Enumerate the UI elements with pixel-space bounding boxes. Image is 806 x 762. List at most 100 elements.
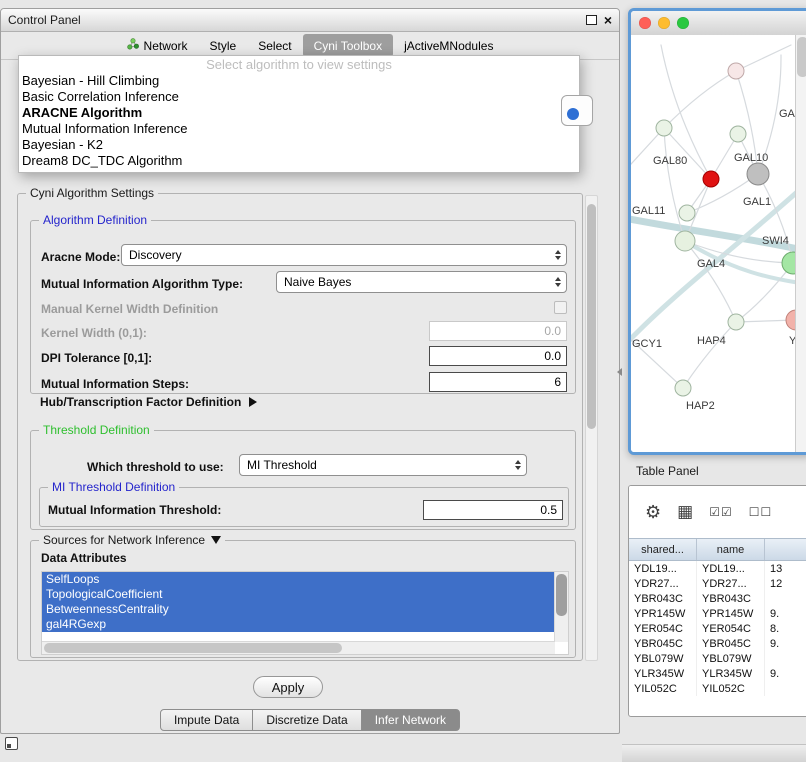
network-scrollbar-thumb[interactable] xyxy=(797,37,806,77)
tab-cyni-toolbox[interactable]: Cyni Toolbox xyxy=(303,34,393,57)
apply-button[interactable]: Apply xyxy=(253,676,323,698)
network-node[interactable] xyxy=(675,231,695,251)
sources-vscroll-thumb[interactable] xyxy=(556,574,567,616)
table-row[interactable]: YBR043CYBR043C xyxy=(629,591,806,606)
settings-scrollbar[interactable] xyxy=(585,195,598,661)
source-attribute-item[interactable]: TopologicalCoefficient xyxy=(42,587,555,602)
cyni-settings-title: Cyni Algorithm Settings xyxy=(26,186,158,200)
manual-kernel-checkbox[interactable] xyxy=(554,301,567,314)
zoom-traffic-light[interactable] xyxy=(677,17,689,29)
aracne-mode-select[interactable]: Discovery xyxy=(121,244,567,266)
network-node[interactable] xyxy=(782,252,796,274)
bottom-strip xyxy=(622,744,806,762)
splitter-collapse-icon[interactable] xyxy=(617,368,622,376)
deselect-all-icon[interactable]: ☐☐ xyxy=(749,505,773,519)
network-titlebar[interactable] xyxy=(631,11,806,36)
mi-type-select[interactable]: Naive Bayes xyxy=(276,271,567,293)
control-panel-title: Control Panel xyxy=(8,13,586,27)
expand-arrow-icon xyxy=(249,397,257,407)
network-edge xyxy=(736,45,791,71)
node-label: HAP2 xyxy=(686,400,715,412)
tab-impute-data[interactable]: Impute Data xyxy=(160,709,253,731)
mi-steps-field[interactable]: 6 xyxy=(429,372,567,392)
network-window: GALGAL80GAL10GAL11GAL1SWI4GAL4GCY1HAP4YH… xyxy=(628,8,806,455)
table-cell: YBR045C xyxy=(697,636,765,651)
settings-scrollbar-thumb[interactable] xyxy=(587,204,596,429)
tab-discretize-data[interactable]: Discretize Data xyxy=(252,709,361,731)
table-row[interactable]: YPR145WYPR145W9. xyxy=(629,606,806,621)
minimize-traffic-light[interactable] xyxy=(658,17,670,29)
mi-type-value: Naive Bayes xyxy=(284,275,351,289)
tab-label: Style xyxy=(210,39,237,53)
table-header-cell[interactable]: name xyxy=(697,539,765,560)
table-panel-window: ⚙ ▦ ☑☑ ☐☐ shared...name YDL19...YDL19...… xyxy=(628,485,806,717)
gear-icon[interactable]: ⚙ xyxy=(645,502,661,523)
hub-definition-section[interactable]: Hub/Transcription Factor Definition xyxy=(40,395,257,409)
table-row[interactable]: YDL19...YDL19...13 xyxy=(629,561,806,576)
close-window-icon[interactable]: × xyxy=(604,13,612,27)
network-scrollbar[interactable] xyxy=(795,35,806,452)
source-attribute-item[interactable]: SelfLoops xyxy=(42,572,555,587)
cyni-settings-group: Cyni Algorithm Settings Algorithm Defini… xyxy=(17,193,583,661)
table-cell: 9. xyxy=(765,636,806,651)
table-header-cell[interactable] xyxy=(765,539,806,560)
node-label: GAL11 xyxy=(632,205,665,217)
table-cell: YDL19... xyxy=(629,561,697,576)
mi-threshold-label: Mutual Information Threshold: xyxy=(48,503,221,517)
source-attribute-item[interactable]: BetweennessCentrality xyxy=(42,602,555,617)
table-row[interactable]: YBR045CYBR045C9. xyxy=(629,636,806,651)
float-panel-icon[interactable] xyxy=(5,737,18,750)
mi-threshold-field[interactable]: 0.5 xyxy=(423,500,563,520)
algorithm-popup-item[interactable]: Mutual Information Inference xyxy=(19,121,579,137)
select-all-icon[interactable]: ☑☑ xyxy=(709,505,733,519)
table-header-cell[interactable]: shared... xyxy=(629,539,697,560)
source-attribute-item[interactable]: gal4RGexp xyxy=(42,617,555,632)
control-panel-titlebar[interactable]: Control Panel × xyxy=(1,9,619,32)
which-threshold-select[interactable]: MI Threshold xyxy=(239,454,527,476)
sources-vertical-scrollbar[interactable] xyxy=(554,572,568,642)
kernel-width-field[interactable]: 0.0 xyxy=(429,321,567,341)
table-row[interactable]: YDR27...YDR27...12 xyxy=(629,576,806,591)
columns-icon[interactable]: ▦ xyxy=(677,502,693,522)
close-traffic-light[interactable] xyxy=(639,17,651,29)
help-icon xyxy=(567,108,579,120)
network-node[interactable] xyxy=(728,314,744,330)
algorithm-popup-item[interactable]: Dream8 DC_TDC Algorithm xyxy=(19,153,579,169)
which-threshold-value: MI Threshold xyxy=(247,458,317,472)
network-node[interactable] xyxy=(679,205,695,221)
network-node[interactable] xyxy=(728,63,744,79)
sources-title[interactable]: Sources for Network Inference xyxy=(39,533,225,547)
table-cell xyxy=(765,651,806,666)
network-node[interactable] xyxy=(703,171,719,187)
table-header: shared...name xyxy=(629,538,806,561)
combo-arrows-icon xyxy=(555,250,561,260)
network-node[interactable] xyxy=(656,120,672,136)
node-label: GAL4 xyxy=(697,258,725,270)
network-svg[interactable]: GALGAL80GAL10GAL11GAL1SWI4GAL4GCY1HAP4YH… xyxy=(631,35,796,451)
algorithm-popup-item[interactable]: Bayesian - K2 xyxy=(19,137,579,153)
float-window-icon[interactable] xyxy=(586,15,597,25)
network-node[interactable] xyxy=(747,163,769,185)
algorithm-popup-item[interactable]: ARACNE Algorithm xyxy=(19,105,579,121)
algorithm-popup-item[interactable]: Bayesian - Hill Climbing xyxy=(19,73,579,89)
table-row[interactable]: YBL079WYBL079W xyxy=(629,651,806,666)
table-row[interactable]: YIL052CYIL052C xyxy=(629,681,806,696)
dpi-tolerance-field[interactable]: 0.0 xyxy=(429,346,567,366)
table-cell: YDR27... xyxy=(697,576,765,591)
sources-horizontal-scrollbar[interactable] xyxy=(42,641,555,654)
network-edge xyxy=(664,128,711,179)
table-row[interactable]: YER054CYER054C8. xyxy=(629,621,806,636)
tab-label: Select xyxy=(258,39,291,53)
sources-hscroll-thumb[interactable] xyxy=(44,643,342,653)
table-cell xyxy=(765,591,806,606)
hub-definition-label: Hub/Transcription Factor Definition xyxy=(40,395,241,409)
collapse-arrow-icon xyxy=(211,536,221,544)
network-node[interactable] xyxy=(730,126,746,142)
app-root: Control Panel × NetworkStyleSelectCyni T… xyxy=(0,0,806,762)
table-row[interactable]: YLR345WYLR345W9. xyxy=(629,666,806,681)
network-canvas[interactable]: GALGAL80GAL10GAL11GAL1SWI4GAL4GCY1HAP4YH… xyxy=(631,35,796,452)
help-button[interactable] xyxy=(561,95,593,126)
tab-infer-network[interactable]: Infer Network xyxy=(361,709,460,731)
algorithm-popup-item[interactable]: Basic Correlation Inference xyxy=(19,89,579,105)
network-node[interactable] xyxy=(675,380,691,396)
